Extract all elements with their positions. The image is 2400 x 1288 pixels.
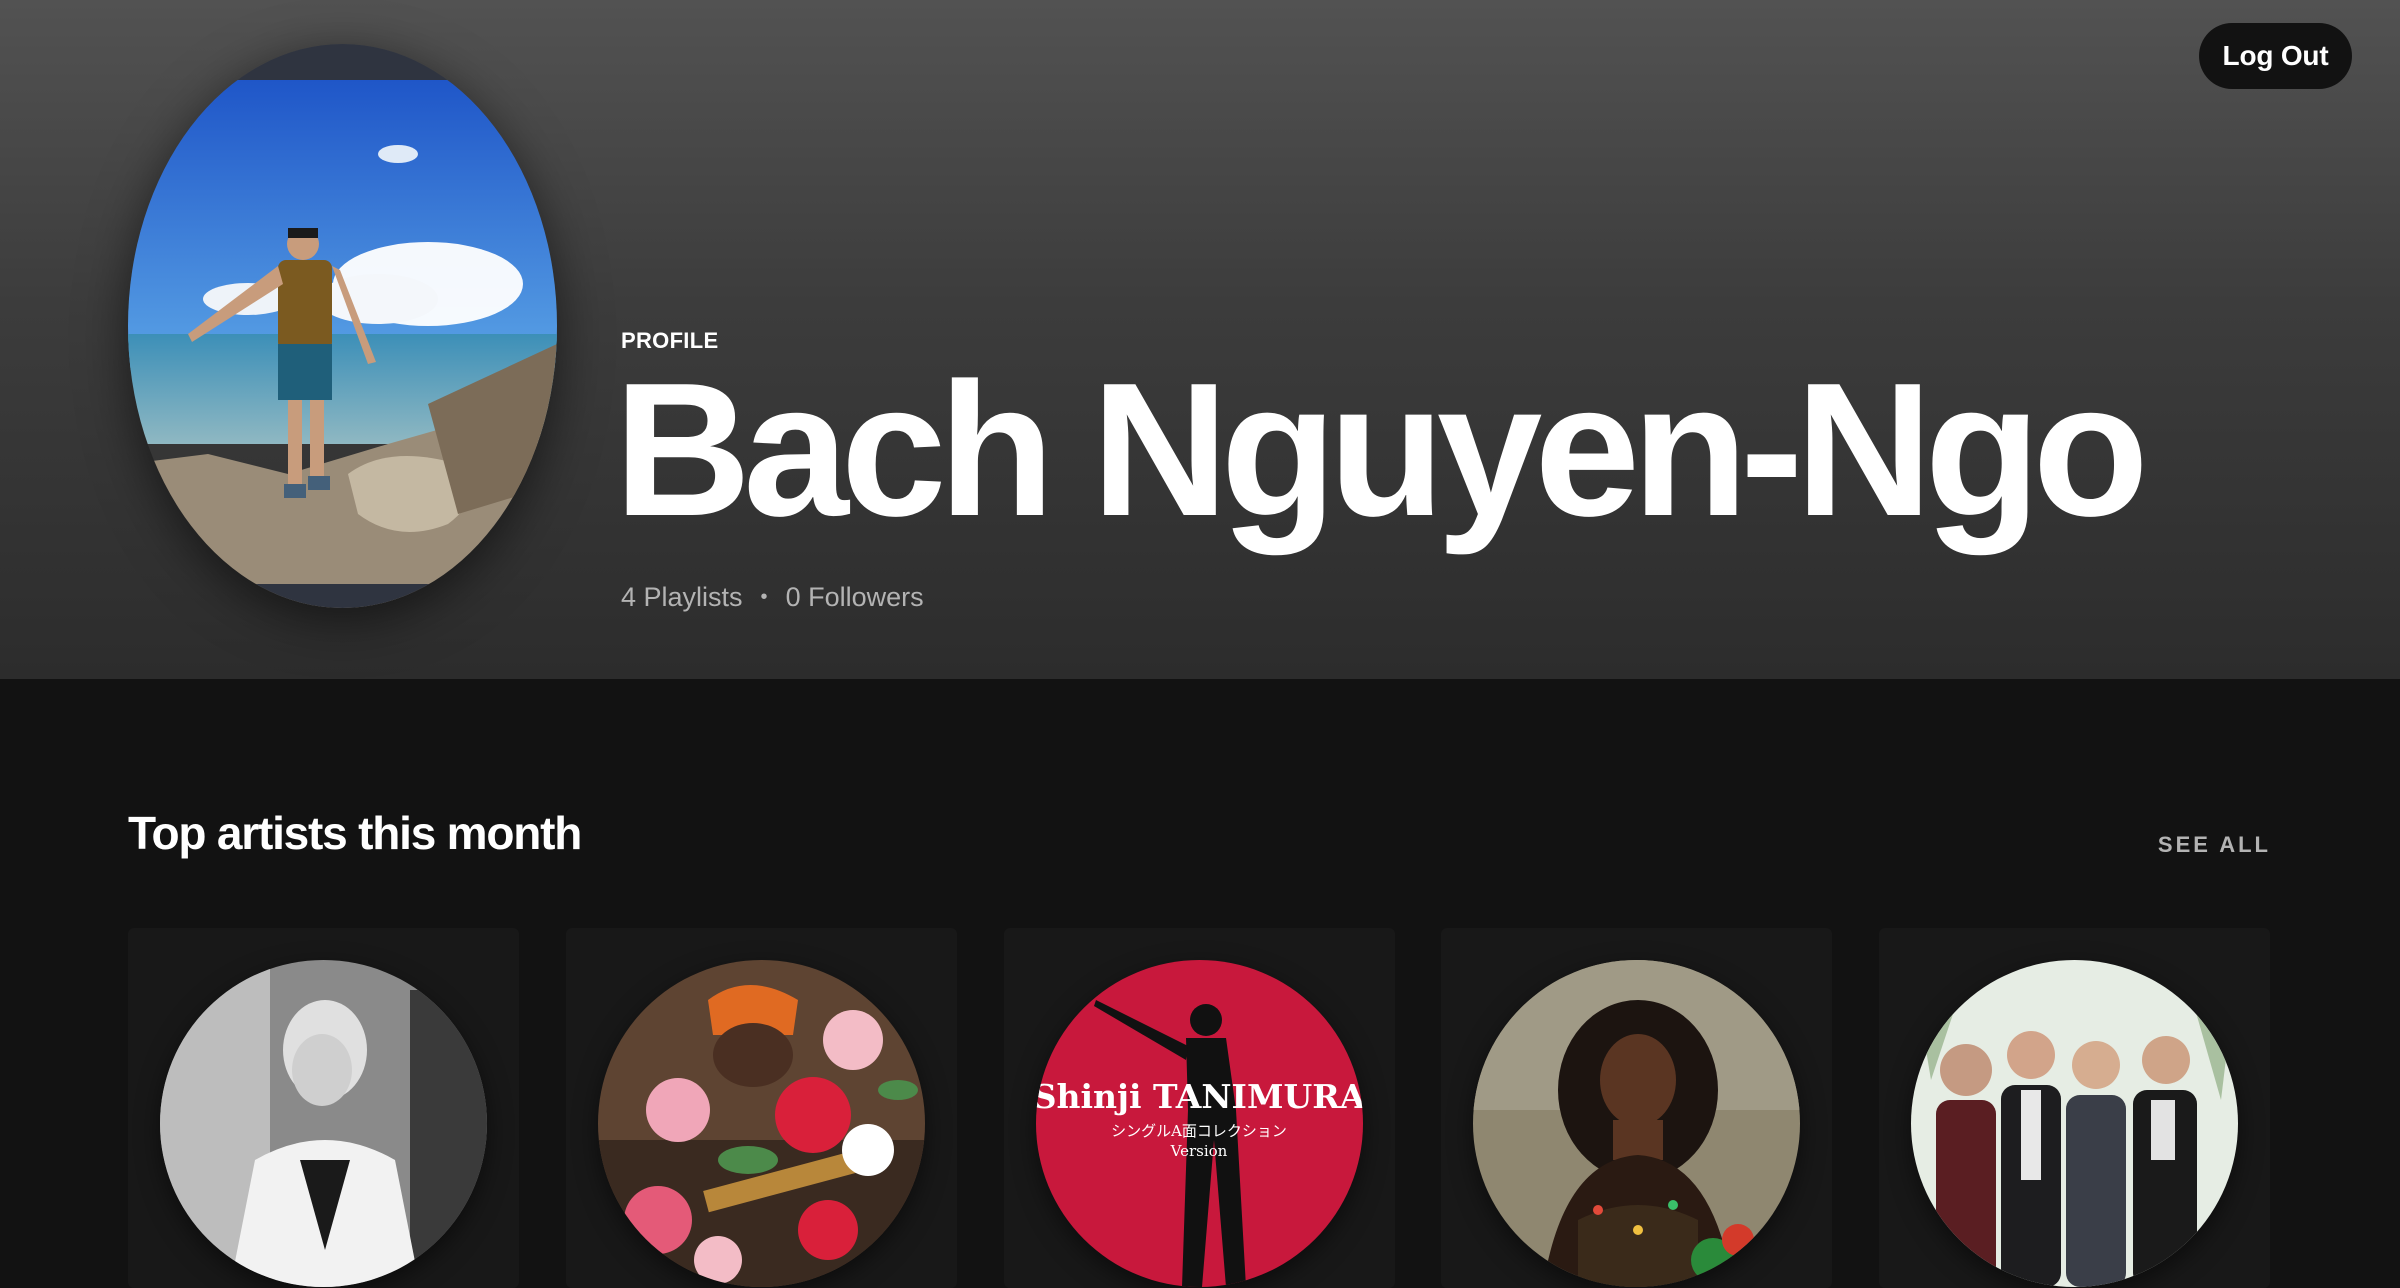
playlists-count[interactable]: 4 Playlists: [621, 582, 743, 613]
cover-subtitle-2: Version: [1170, 1142, 1228, 1160]
artist-portrait-bw-icon: [160, 960, 487, 1287]
artist-image: Shinji TANIMURA シングルA面コレクション Version: [1036, 960, 1363, 1287]
artist-card[interactable]: [1879, 928, 2270, 1288]
profile-header: Log Out PROFILE Bach Nguyen-Ngo 4 Playli…: [0, 0, 2400, 679]
see-all-link[interactable]: SEE ALL: [2158, 832, 2271, 858]
separator-dot: •: [760, 586, 768, 608]
profile-stats: 4 Playlists • 0 Followers: [621, 582, 924, 613]
artist-card[interactable]: [566, 928, 957, 1288]
avatar[interactable]: [128, 44, 557, 608]
artist-card[interactable]: Shinji TANIMURA シングルA面コレクション Version: [1004, 928, 1395, 1288]
artist-card[interactable]: [128, 928, 519, 1288]
followers-count[interactable]: 0 Followers: [786, 582, 924, 613]
artist-card[interactable]: [1441, 928, 1832, 1288]
artist-portrait-singer-icon: [1473, 960, 1800, 1287]
artist-cards: Shinji TANIMURA シングルA面コレクション Version: [128, 928, 2272, 1288]
artist-image: [1473, 960, 1800, 1287]
artist-shinji-tanimura-cover-icon: Shinji TANIMURA シングルA面コレクション Version: [1036, 960, 1363, 1287]
section-title[interactable]: Top artists this month: [128, 806, 582, 860]
avatar-photo: [128, 44, 557, 608]
cover-title: Shinji TANIMURA: [1036, 1077, 1363, 1116]
artist-band-photo-icon: [1911, 960, 2238, 1287]
page-title[interactable]: Bach Nguyen-Ngo: [614, 355, 2149, 545]
artist-portrait-flowers-icon: [598, 960, 925, 1287]
cover-subtitle: シングルA面コレクション: [1111, 1122, 1287, 1140]
artist-image: [160, 960, 487, 1287]
artist-image: [598, 960, 925, 1287]
artist-image: [1911, 960, 2238, 1287]
logout-button[interactable]: Log Out: [2199, 23, 2352, 89]
